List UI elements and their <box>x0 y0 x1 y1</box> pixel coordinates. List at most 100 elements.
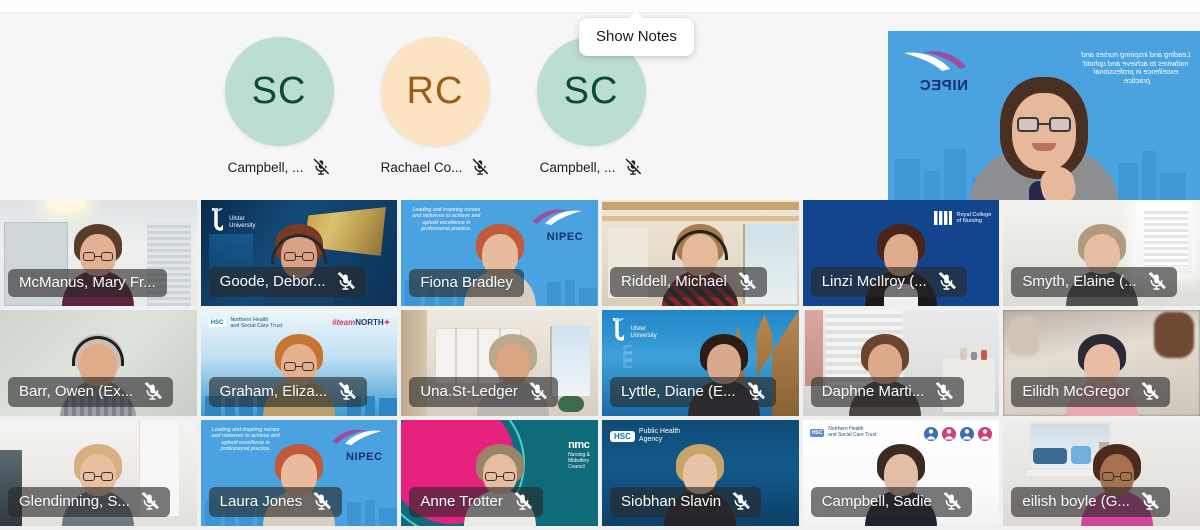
participant-name: Linzi McIlroy (... <box>821 273 927 290</box>
avatar-meta: Rachael Co... <box>381 158 490 176</box>
participant-name: Barr, Owen (Ex... <box>19 383 134 400</box>
participant-tile[interactable]: Royal College of Nursing Linzi McIlroy (.… <box>802 200 1000 306</box>
participant-tile[interactable]: NIPEC Leading and inspiring nurses and m… <box>401 200 599 306</box>
participant-row: Barr, Owen (Ex... HSC Northern Health and… <box>0 310 1200 420</box>
participant-name-bar: Smyth, Elaine (... <box>1011 267 1177 297</box>
mic-muted-icon <box>141 492 159 510</box>
participant-tile[interactable]: Eilidh McGregor <box>1003 310 1200 416</box>
hsc-badge: HSC <box>809 428 825 437</box>
participant-name: Laura Jones <box>219 493 303 510</box>
participant-tile[interactable]: Glendinning, S... <box>0 420 197 526</box>
participant-tile[interactable]: McManus, Mary Fr... <box>0 200 197 306</box>
hsc-badge: HSC <box>610 430 635 442</box>
uu-mark-icon <box>211 207 226 231</box>
participant-tile[interactable]: Riddell, Michael <box>602 200 799 306</box>
person-icon <box>942 427 957 441</box>
public-health-agency-logo: HSC Public Health Agency <box>610 428 680 444</box>
mic-muted-icon <box>936 382 954 400</box>
participant-name: Una.St-Ledger <box>420 383 518 400</box>
participant-tile[interactable]: Daphne Marti... <box>802 310 1000 416</box>
avatar-initials: RC <box>406 70 464 112</box>
curtain <box>804 310 823 386</box>
furniture <box>1154 312 1195 358</box>
avatar-meta: Campbell, ... <box>540 158 643 176</box>
participant-name-bar: Daphne Marti... <box>810 377 965 407</box>
participant-name-bar: Glendinning, S... <box>8 487 170 517</box>
participant-name-bar: Linzi McIlroy (... <box>810 267 967 297</box>
participant-name-bar: Campbell, Sadie <box>810 487 972 517</box>
mic-muted-icon <box>943 492 961 510</box>
participant-tile[interactable]: Ulster University uuu Lyttle, Diane (E... <box>602 310 799 416</box>
nmc-logo: nmc Nursing & Midwifery Council <box>568 439 590 471</box>
avatar-cell[interactable]: SC Campbell, ... <box>534 37 648 176</box>
participant-name-bar: Goode, Debor... <box>208 267 366 297</box>
team-north-hashtag: #teamNORTH✦ <box>332 318 391 327</box>
participant-tile[interactable]: Barr, Owen (Ex... <box>0 310 197 416</box>
mic-muted-icon <box>473 158 490 175</box>
participant-tile[interactable]: HSC Northern Health and Social Care Trust… <box>200 310 398 416</box>
mic-muted-icon <box>145 382 163 400</box>
participant-name: eilish boyle (G... <box>1022 493 1130 510</box>
sofa <box>558 396 585 412</box>
ulster-university-logo: Ulster University <box>210 207 255 239</box>
window-top-strip <box>0 0 1200 13</box>
participant-name: Campbell, Sadie <box>821 493 932 510</box>
bottle <box>981 350 988 360</box>
featured-video-tile[interactable]: NIPEC Leading and inspiring nurses and m… <box>888 31 1200 207</box>
desk-item <box>1033 448 1068 464</box>
pha-wordmark: Public Health Agency <box>638 428 681 443</box>
participant-row: McManus, Mary Fr... Ulster University Go… <box>0 200 1200 310</box>
mic-muted-icon <box>732 492 750 510</box>
window-blinds <box>1144 208 1189 266</box>
participant-tile[interactable]: nmc Nursing & Midwifery Council Anne Trott… <box>401 420 599 526</box>
mic-muted-icon <box>529 382 547 400</box>
northern-trust-wordmark: Northern Health and Social Care Trust <box>230 317 283 330</box>
ceiling-beam <box>602 202 799 210</box>
mic-muted-icon <box>1141 382 1159 400</box>
avatar-cell[interactable]: SC Campbell, ... <box>222 37 336 176</box>
person-icon <box>960 427 975 441</box>
participant-tile[interactable]: eilish boyle (G... <box>1003 420 1200 526</box>
participant-tile[interactable]: Smyth, Elaine (... <box>1003 200 1200 306</box>
avatar[interactable]: RC <box>380 37 490 146</box>
participant-tile[interactable]: HSC Northern Health and Social Care Trust… <box>802 420 1000 526</box>
bottle <box>960 348 968 360</box>
avatar-meta: Campbell, ... <box>228 158 331 176</box>
northern-trust-logo: HSC Northern Health and Social Care Trust <box>207 317 283 330</box>
avatar-cell[interactable]: RC Rachael Co... <box>378 37 492 176</box>
participant-name: Siobhan Slavin <box>621 493 722 510</box>
mic-muted-icon <box>1148 272 1166 290</box>
mic-muted-icon <box>738 272 756 290</box>
participant-name: Lyttle, Diane (E... <box>621 383 736 400</box>
show-notes-tooltip[interactable]: Show Notes <box>579 11 694 56</box>
participant-name-bar: Anne Trotter <box>409 487 543 517</box>
participant-tile[interactable]: NIPEC Leading and inspiring nurses and m… <box>200 420 398 526</box>
mic-muted-icon <box>514 492 532 510</box>
northern-trust-logo: HSC Northern Health and Social Care Trust <box>809 426 877 439</box>
avatar-name: Campbell, ... <box>539 159 616 175</box>
mic-muted-icon <box>314 158 331 175</box>
participant-name-bar: Graham, Eliza... <box>208 377 368 407</box>
mic-muted-icon <box>337 272 355 290</box>
backdrop-text: uuu <box>619 344 639 367</box>
mic-muted-icon <box>1141 492 1159 510</box>
participant-tile[interactable]: Ulster University Goode, Debor... <box>200 200 398 306</box>
ceiling-beam <box>602 216 799 221</box>
mic-muted-icon <box>938 272 956 290</box>
nmc-wordmark: nmc <box>568 439 590 451</box>
participant-tile[interactable]: HSC Public Health Agency Siobhan Slavin <box>602 420 799 526</box>
participant-name: Daphne Marti... <box>821 383 925 400</box>
participant-name-bar: Lyttle, Diane (E... <box>610 377 776 407</box>
person-icon <box>924 427 939 441</box>
avatar[interactable]: SC <box>224 37 334 146</box>
participant-name: Goode, Debor... <box>219 273 326 290</box>
royal-college-nursing-logo: Royal College of Nursing <box>933 208 991 228</box>
participant-name-bar: Riddell, Michael <box>610 267 767 297</box>
northern-trust-wordmark: Northern Health and Social Care Trust <box>828 426 877 438</box>
participant-name: Eilidh McGregor <box>1022 383 1130 400</box>
hsc-badge: HSC <box>207 319 227 328</box>
participant-tile[interactable]: Una.St-Ledger <box>401 310 599 416</box>
mic-muted-icon <box>339 382 357 400</box>
person-icon <box>978 427 993 441</box>
participant-video-person <box>969 75 1119 207</box>
